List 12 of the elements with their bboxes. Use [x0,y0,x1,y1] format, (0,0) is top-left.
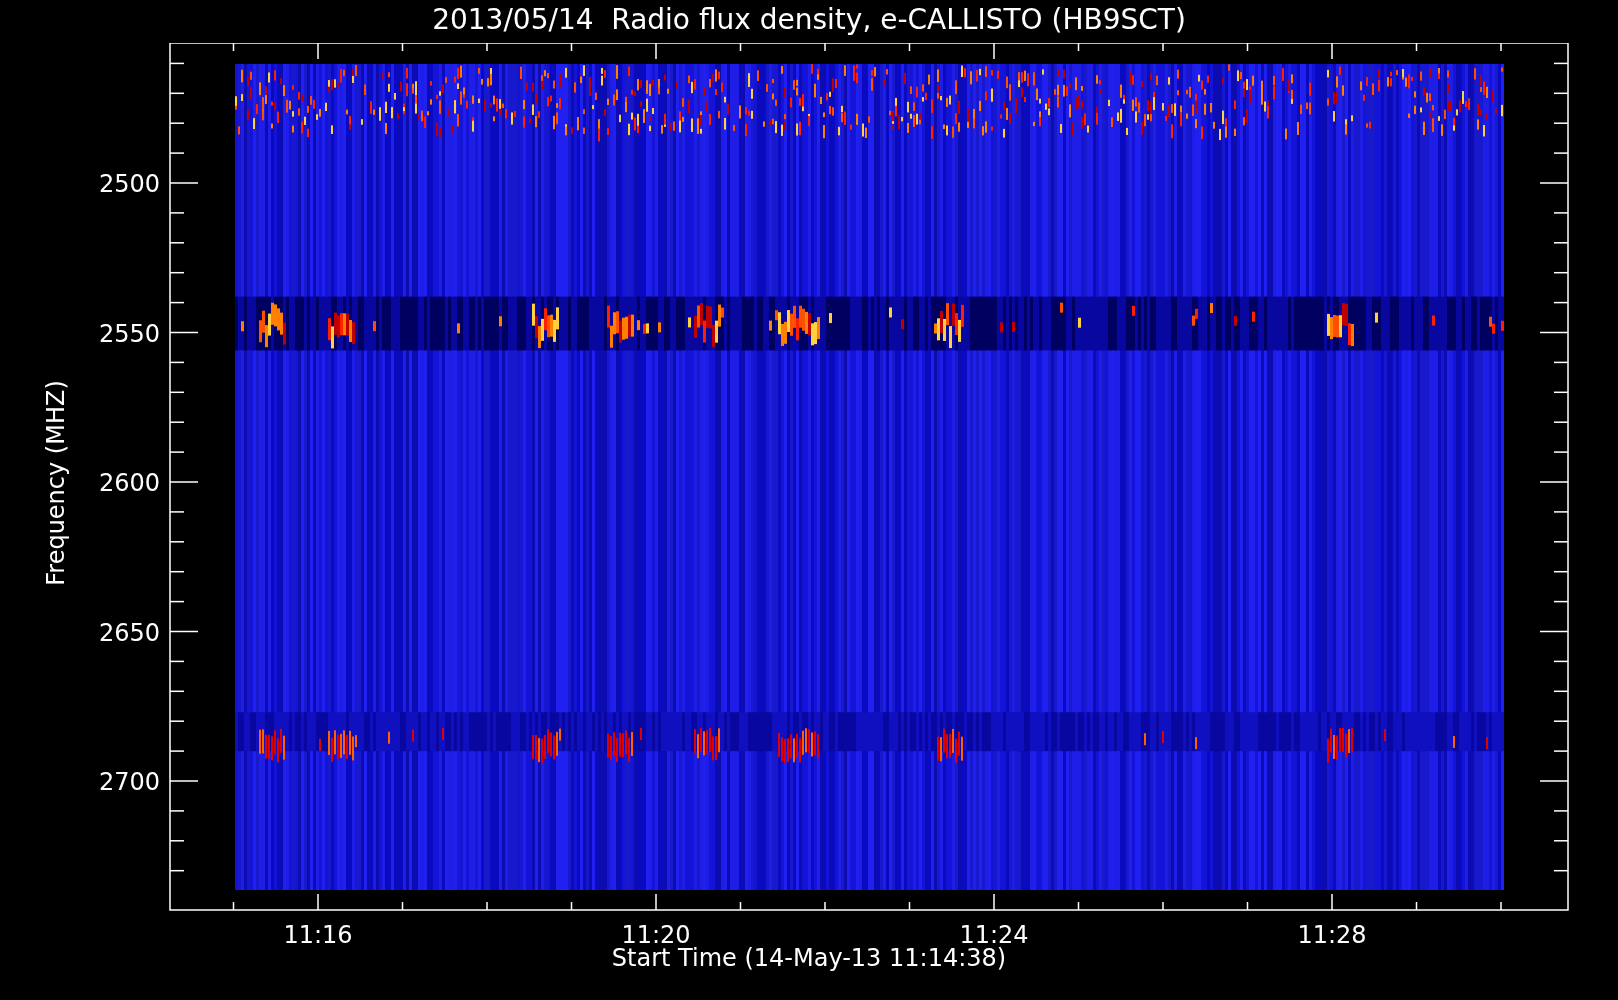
x-tick-label: 11:20 [621,921,691,943]
x-tick-label: 11:28 [1297,921,1367,943]
y-tick-label: 2600 [98,469,160,497]
x-tick-label: 11:16 [283,921,353,943]
y-tick-label: 2500 [98,170,160,198]
x-axis-label: Start Time (14-May-13 11:14:38) [611,943,1007,973]
y-tick-label: 2650 [98,618,160,647]
y-axis-label: Frequency (MHZ) [42,380,70,586]
y-tick-label: 2700 [98,768,160,796]
x-tick-label: 11:24 [959,921,1029,943]
y-tick-label: 2550 [98,319,160,348]
chart-title: 2013/05/14 Radio flux density, e-CALLISTO (HB9SCT) [432,2,1186,38]
